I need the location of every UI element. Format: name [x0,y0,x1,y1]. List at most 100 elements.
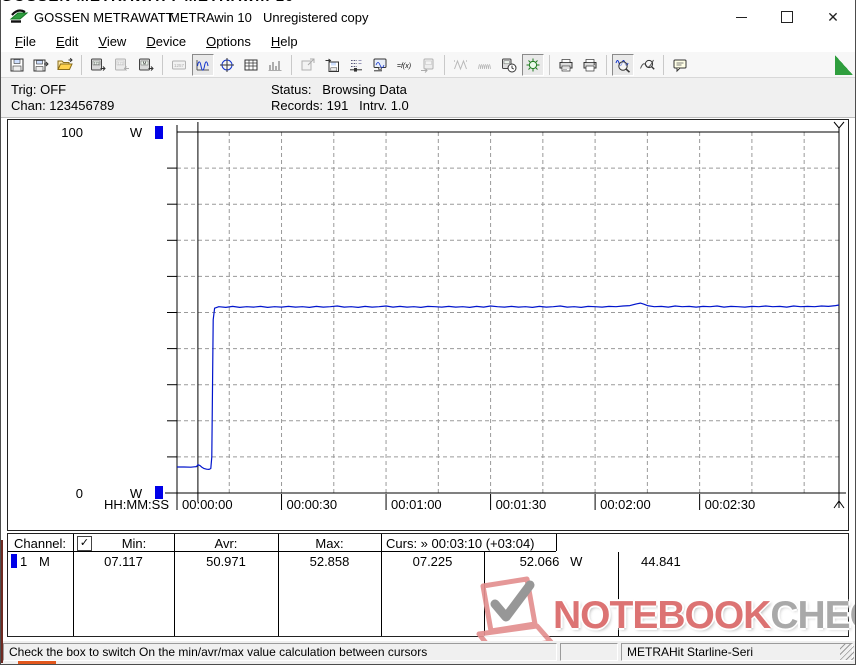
grid [177,132,839,493]
maximize-button[interactable] [772,5,802,29]
store-data-button[interactable] [321,54,343,76]
svg-text:1257: 1257 [174,62,185,67]
bar-display-icon [267,57,283,73]
background-artifact-left [1,540,3,663]
cursor-display-icon [219,57,235,73]
dense-wave-icon [477,57,493,73]
channel-marker-top [155,126,163,139]
header-divider [8,551,556,552]
monitor-icon [372,57,388,73]
menu-file[interactable]: File [5,32,46,51]
bar-display-button [264,54,286,76]
numeric-display-icon: 1257 [171,57,187,73]
channel-config-icon [348,57,364,73]
channel-config-button[interactable] [345,54,367,76]
menu-bar: FileEditViewDeviceOptionsHelp [1,30,855,52]
statusbar-device-name: METRAHit Starline-Seri [621,643,853,661]
save-as-button[interactable] [30,54,52,76]
y-max-label: 100 [61,125,83,140]
monitor-button[interactable] [369,54,391,76]
toolbar-separator [663,55,664,75]
annotation-button[interactable] [669,54,691,76]
open-file-icon [57,57,73,73]
menu-edit[interactable]: Edit [46,32,88,51]
save-icon [9,57,25,73]
device-send-icon [420,57,436,73]
menu-view[interactable]: View [88,32,136,51]
toolbar-separator [291,55,292,75]
svg-text:M: M [143,60,147,65]
x-tick-label: 00:01:00 [391,497,442,512]
trigger-button[interactable] [522,54,544,76]
delta-value: 44.841 [641,554,681,569]
power-chart[interactable]: 00:00:0000:00:3000:01:0000:01:3000:02:00… [8,120,848,530]
zoom-curve-button[interactable] [636,54,658,76]
timer-icon [501,57,517,73]
annotation-icon [672,57,688,73]
close-button[interactable]: ✕ [818,5,848,29]
menu-options[interactable]: Options [196,32,261,51]
cursor-display-button[interactable] [216,54,238,76]
chart-display-button[interactable] [192,54,214,76]
save-button[interactable] [6,54,28,76]
print-preview-button[interactable] [555,54,577,76]
print-preview-icon [558,57,574,73]
maximize-icon [781,11,793,23]
print-button[interactable] [579,54,601,76]
timer-button[interactable] [498,54,520,76]
resize-grip[interactable] [840,644,854,660]
device-read-icon: 123 [90,57,106,73]
minimize-button[interactable] [726,5,756,29]
zoom-curve-icon [639,57,655,73]
export-icon [300,57,316,73]
device-memory-button[interactable]: M [135,54,157,76]
status-bar: Check the box to switch On the min/avr/m… [1,641,855,665]
toolbar: 123 123 M 1257 =f(x) [1,52,855,78]
formula-button[interactable]: =f(x) [393,54,415,76]
chart-display-icon [195,57,211,73]
toolbar-corner-triangle-icon [835,55,853,75]
min-value: 07.117 [73,554,174,569]
title-product-name: METRAwin 10 [169,10,252,25]
avr-column-header: Avr: [174,536,278,551]
channel-list: Chan: 123456789 [11,98,114,113]
trigger-status: Trig: OFF [11,82,66,97]
chart-panel[interactable]: 00:00:0000:00:3000:01:0000:01:3000:02:00… [7,119,849,531]
dense-wave-button [474,54,496,76]
channel-column-header: Channel: [14,536,66,551]
analog-wave-icon [453,57,469,73]
open-file-button[interactable] [54,54,76,76]
device-clear-button: 123 [111,54,133,76]
analog-wave-button [450,54,472,76]
menu-device[interactable]: Device [136,32,196,51]
table-divider [174,534,175,636]
save-as-icon [33,57,49,73]
minmax-checkbox[interactable]: ✓ [77,536,92,551]
max-value: 52.858 [278,554,381,569]
svg-text:123: 123 [118,61,124,65]
toolbar-separator [81,55,82,75]
max-column-header: Max: [278,536,381,551]
title-app-name: GOSSEN METRAWATT [34,10,174,25]
table-divider [278,534,279,636]
title-bar: GOSSEN METRAWATT METRAwin 10 Unregistere… [1,5,855,30]
close-icon: ✕ [827,10,839,24]
export-button [297,54,319,76]
y-unit-label-top: W [130,125,143,140]
zoom-wave-button[interactable] [612,54,634,76]
menu-help[interactable]: Help [261,32,308,51]
power-trace [177,303,839,469]
table-divider [381,534,382,636]
metrawin-window: GOSSEN METRAWATT METRAwin 10 METRAwin GO… [0,0,856,665]
toolbar-separator [444,55,445,75]
avr-value: 50.971 [174,554,278,569]
device-read-button[interactable]: 123 [87,54,109,76]
table-display-button[interactable] [240,54,262,76]
background-artifact-bottom [18,661,56,665]
title-license-text: Unregistered copy [263,10,369,25]
acquisition-info-bar: Trig: OFF Chan: 123456789 Status: Browsi… [1,78,855,118]
statusbar-hint: Check the box to switch On the min/avr/m… [3,643,557,661]
trigger-icon [525,57,541,73]
statusbar-empty-panel [560,643,618,661]
print-icon [582,57,598,73]
